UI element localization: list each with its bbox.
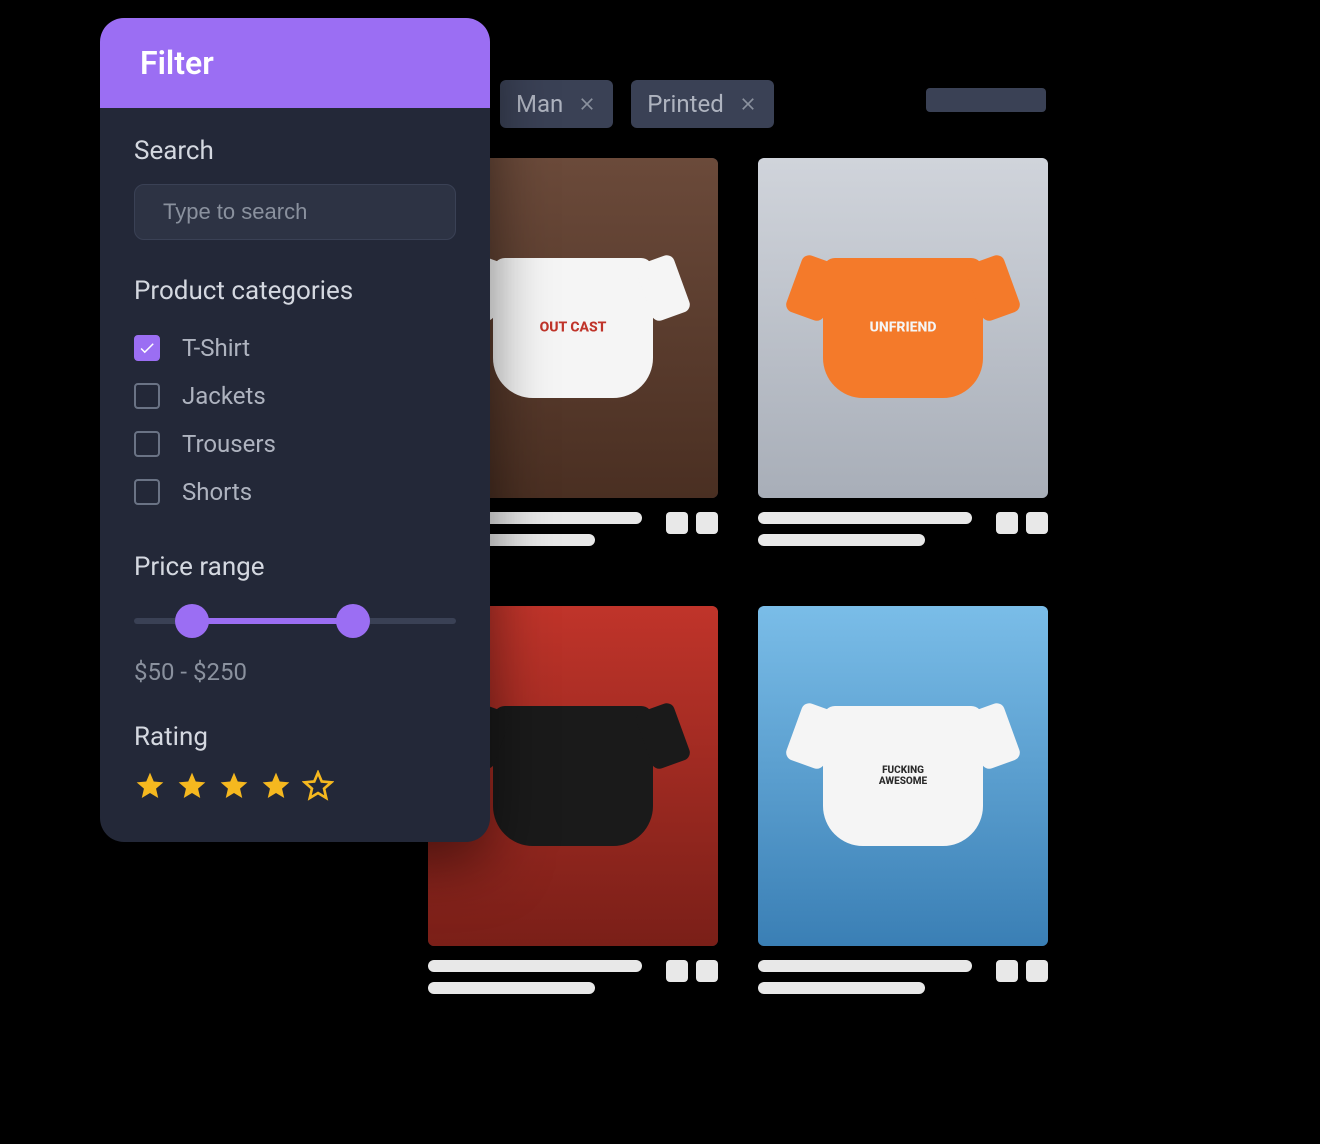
action-btn-skeleton[interactable] — [696, 960, 718, 982]
star-icon[interactable] — [134, 770, 166, 802]
star-icon[interactable] — [218, 770, 250, 802]
category-label: Jackets — [182, 382, 266, 410]
filter-panel: Filter Search Product categories T-Shirt… — [100, 18, 490, 842]
category-tshirt[interactable]: T-Shirt — [134, 324, 456, 372]
slider-handle-min[interactable] — [175, 604, 209, 638]
category-trousers[interactable]: Trousers — [134, 420, 456, 468]
slider-handle-max[interactable] — [336, 604, 370, 638]
category-shorts[interactable]: Shorts — [134, 468, 456, 516]
product-card[interactable]: FUCKING AWESOME — [758, 606, 1048, 1004]
category-label: T-Shirt — [182, 334, 250, 362]
product-actions — [996, 512, 1048, 534]
product-image: FUCKING AWESOME — [758, 606, 1048, 946]
price-slider[interactable] — [134, 600, 456, 640]
action-btn-skeleton[interactable] — [696, 512, 718, 534]
checkbox-icon — [134, 335, 160, 361]
product-card[interactable]: UNFRIEND — [758, 158, 1048, 556]
product-listing: Man Printed OUT CAST UNFRIEND — [420, 0, 1320, 128]
product-title-skeleton — [758, 960, 996, 1004]
star-outline-icon[interactable] — [302, 770, 334, 802]
action-btn-skeleton[interactable] — [996, 512, 1018, 534]
slider-fill — [192, 618, 353, 624]
price-range-text: $50 - $250 — [134, 658, 456, 686]
search-section-label: Search — [134, 136, 456, 166]
checkbox-icon — [134, 383, 160, 409]
product-title-skeleton — [428, 960, 666, 1004]
product-actions — [666, 960, 718, 982]
shirt-graphic-text: OUT CAST — [540, 320, 607, 335]
category-label: Trousers — [182, 430, 276, 458]
price-section-label: Price range — [134, 552, 456, 582]
product-image: UNFRIEND — [758, 158, 1048, 498]
search-box[interactable] — [134, 184, 456, 240]
shirt-graphic-text: UNFRIEND — [870, 320, 937, 335]
categories-section-label: Product categories — [134, 276, 456, 306]
product-grid: OUT CAST UNFRIEND — [420, 0, 1048, 1004]
action-btn-skeleton[interactable] — [666, 960, 688, 982]
action-btn-skeleton[interactable] — [1026, 960, 1048, 982]
action-btn-skeleton[interactable] — [1026, 512, 1048, 534]
product-title-skeleton — [758, 512, 996, 556]
product-actions — [666, 512, 718, 534]
star-icon[interactable] — [260, 770, 292, 802]
checkbox-icon — [134, 479, 160, 505]
rating-stars[interactable] — [134, 770, 456, 802]
rating-section-label: Rating — [134, 722, 456, 752]
checkbox-icon — [134, 431, 160, 457]
category-label: Shorts — [182, 478, 252, 506]
filter-title: Filter — [100, 18, 490, 108]
product-actions — [996, 960, 1048, 982]
shirt-graphic-text: FUCKING AWESOME — [863, 765, 943, 787]
category-jackets[interactable]: Jackets — [134, 372, 456, 420]
category-list: T-Shirt Jackets Trousers Shorts — [134, 324, 456, 516]
action-btn-skeleton[interactable] — [996, 960, 1018, 982]
star-icon[interactable] — [176, 770, 208, 802]
action-btn-skeleton[interactable] — [666, 512, 688, 534]
search-input[interactable] — [163, 199, 451, 225]
